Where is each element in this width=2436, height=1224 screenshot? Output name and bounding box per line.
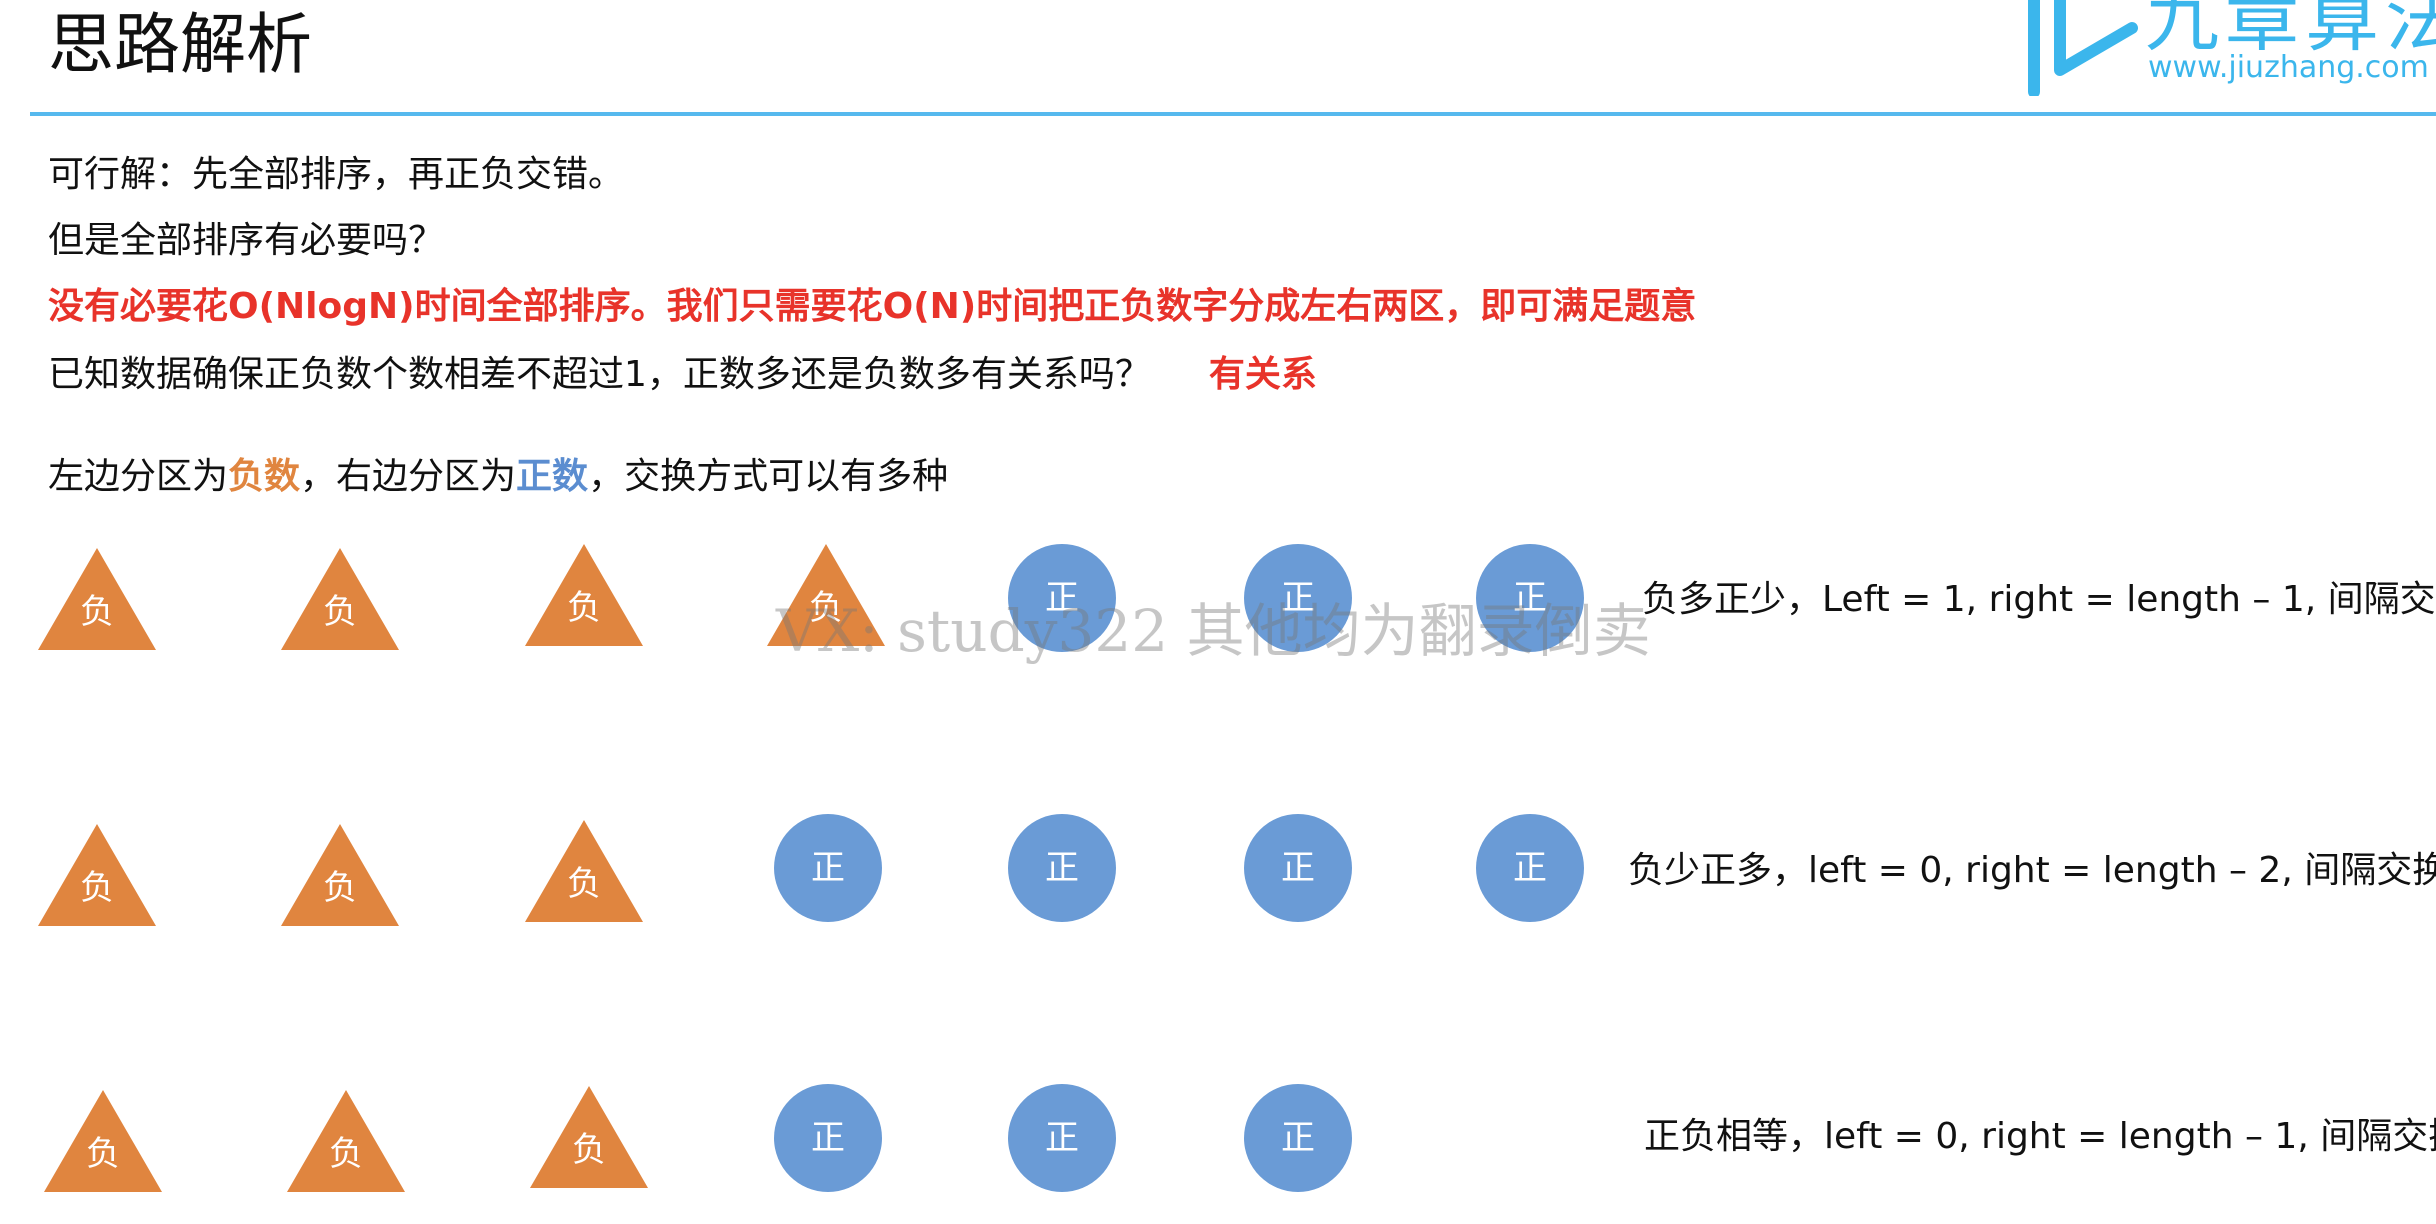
negative-label: 负 <box>323 868 357 908</box>
negative-label: 负 <box>80 592 114 632</box>
negative-label: 负 <box>809 588 843 628</box>
negative-triangle: 负 <box>525 544 643 646</box>
text-line-2: 但是全部排序有必要吗？ <box>48 220 445 261</box>
positive-word: 正数 <box>516 456 589 497</box>
text-line-3-highlight: 没有必要花O(NlogN)时间全部排序。我们只需要花O(N)时间把正负数字分成左… <box>48 286 1697 327</box>
positive-circle: 正 <box>774 814 882 922</box>
negative-triangle: 负 <box>281 824 399 926</box>
positive-label: 正 <box>1045 848 1079 888</box>
negative-triangle: 负 <box>281 548 399 650</box>
positive-label: 正 <box>1281 578 1315 618</box>
positive-label: 正 <box>1281 848 1315 888</box>
logo-url: www.jiuzhang.com <box>2148 50 2429 85</box>
negative-label: 负 <box>80 868 114 908</box>
positive-circle: 正 <box>1008 814 1116 922</box>
positive-circle: 正 <box>1476 544 1584 652</box>
header-divider <box>30 112 2436 116</box>
positive-label: 正 <box>811 848 845 888</box>
partition-text-b: ，右边分区为 <box>300 456 517 497</box>
positive-circle: 正 <box>1244 814 1352 922</box>
negative-label: 负 <box>86 1134 120 1174</box>
negative-triangle: 负 <box>767 544 885 646</box>
negative-triangle: 负 <box>44 1090 162 1192</box>
partition-text-c: ，交换方式可以有多种 <box>588 456 949 497</box>
positive-circle: 正 <box>774 1084 882 1192</box>
positive-circle: 正 <box>1244 544 1352 652</box>
positive-circle: 正 <box>1008 544 1116 652</box>
negative-label: 负 <box>329 1134 363 1174</box>
page-title: 思路解析 <box>48 6 312 83</box>
partition-text-a: 左边分区为 <box>48 456 229 497</box>
positive-label: 正 <box>1045 1118 1079 1158</box>
answer-text: 有关系 <box>1208 354 1317 395</box>
negative-label: 负 <box>567 864 601 904</box>
row-2-description: 负少正多，left = 0, right = length – 2, 间隔交换 <box>1628 850 2436 891</box>
row-1-description: 负多正少，Left = 1, right = length – 1, 间隔交换 <box>1642 579 2436 620</box>
question-text: 已知数据确保正负数个数相差不超过1，正数多还是负数多有关系吗？ <box>48 354 1151 395</box>
negative-word: 负数 <box>228 456 301 497</box>
text-line-1: 可行解：先全部排序，再正负交错。 <box>48 154 625 195</box>
negative-triangle: 负 <box>530 1086 648 1188</box>
negative-label: 负 <box>567 588 601 628</box>
text-line-5: 左边分区为负数，右边分区为正数，交换方式可以有多种 <box>48 452 948 502</box>
negative-triangle: 负 <box>38 824 156 926</box>
positive-label: 正 <box>1513 848 1547 888</box>
negative-triangle: 负 <box>38 548 156 650</box>
negative-label: 负 <box>572 1130 606 1170</box>
positive-label: 正 <box>1513 578 1547 618</box>
positive-label: 正 <box>1281 1118 1315 1158</box>
negative-label: 负 <box>323 592 357 632</box>
negative-triangle: 负 <box>525 820 643 922</box>
positive-circle: 正 <box>1476 814 1584 922</box>
jiuzhang-logo-icon <box>2020 0 2140 100</box>
positive-label: 正 <box>1045 578 1079 618</box>
positive-circle: 正 <box>1244 1084 1352 1192</box>
row-3-description: 正负相等，left = 0, right = length – 1, 间隔交换 <box>1644 1116 2436 1157</box>
negative-triangle: 负 <box>287 1090 405 1192</box>
positive-circle: 正 <box>1008 1084 1116 1192</box>
positive-label: 正 <box>811 1118 845 1158</box>
text-line-4: 已知数据确保正负数个数相差不超过1，正数多还是负数多有关系吗？ 有关系 <box>48 350 1317 400</box>
